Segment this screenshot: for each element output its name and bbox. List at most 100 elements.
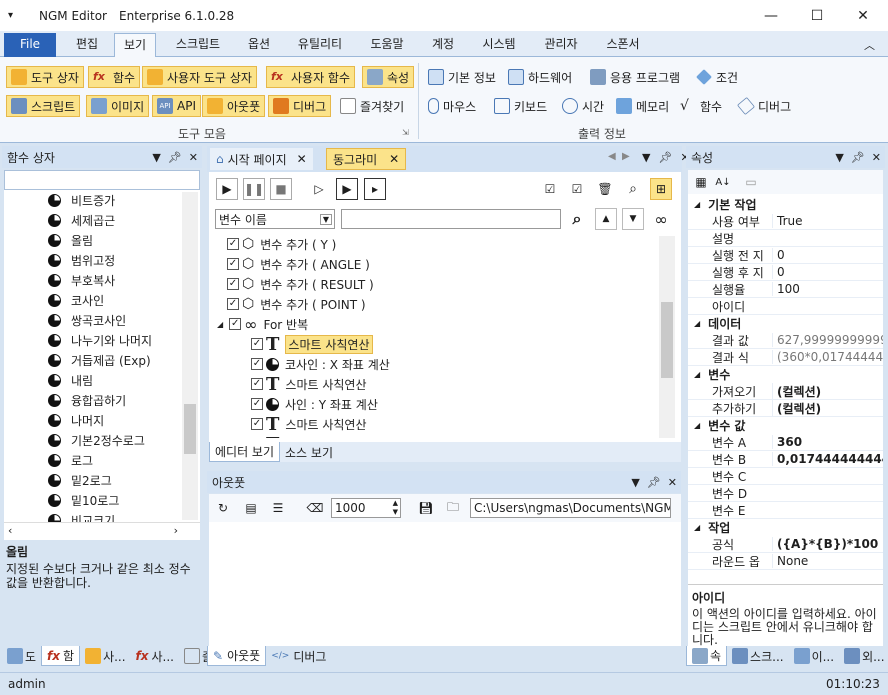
function-list-item[interactable]: 비트증가 <box>48 190 115 210</box>
tab-scroll-icons[interactable]: ◀ ▶ <box>608 151 630 162</box>
property-category[interactable]: ◢ 변수 값 <box>688 417 883 434</box>
basic-info-button[interactable]: 기본 정보 <box>424 66 500 88</box>
checkbox[interactable]: ✓ <box>227 258 239 270</box>
action-row[interactable]: ✓T스마트 사칙연산 <box>251 434 367 439</box>
property-category[interactable]: ◢ 기본 작업 <box>688 196 883 213</box>
image-button[interactable]: 이미지 <box>86 95 150 117</box>
line-count-stepper[interactable]: 1000 ▲ ▼ <box>331 498 401 518</box>
dropdown-icon[interactable]: ▼ <box>152 151 160 164</box>
dropdown-icon[interactable]: ▼ <box>835 151 843 164</box>
save-icon[interactable]: 💾︎ <box>415 497 437 519</box>
pause-icon[interactable]: ❚❚ <box>243 178 265 200</box>
property-row[interactable]: 결과 식(360*0,0174444444444 <box>688 349 883 366</box>
step-run-icon[interactable]: ▷ <box>308 178 330 200</box>
tab-system[interactable]: 시스템 <box>472 33 526 57</box>
property-category[interactable]: ◢ 작업 <box>688 519 883 536</box>
tab-view[interactable]: 보기 <box>114 33 156 58</box>
tab-options[interactable]: 옵션 <box>238 33 280 57</box>
function-search-input[interactable] <box>4 170 200 190</box>
checkbox[interactable]: ✓ <box>227 238 239 250</box>
collapse-icon[interactable]: ◢ <box>694 319 700 328</box>
tab-user-toolbox[interactable]: 사... <box>80 646 130 666</box>
memory-button[interactable]: 메모리 <box>612 95 673 117</box>
output-log[interactable] <box>209 522 681 646</box>
close-button[interactable]: ✕ <box>840 0 886 31</box>
tab-file[interactable]: File <box>4 33 56 57</box>
property-row[interactable]: 변수 A 360 <box>688 434 883 451</box>
user-function-button[interactable]: fx 사용자 함수 <box>266 66 356 88</box>
pin-icon[interactable]: 📌︎ <box>168 151 182 164</box>
property-row[interactable]: 변수 D <box>688 485 883 502</box>
pin-icon[interactable]: 📌︎ <box>658 151 672 164</box>
property-row[interactable]: 라운드 옵 None <box>688 553 883 570</box>
function-list-item[interactable]: 거듭제곱 (Exp) <box>48 350 151 370</box>
action-row[interactable]: ✓ ⬡ 변수 추가 ( POINT ) <box>227 294 366 314</box>
next-result-icon[interactable]: ▼ <box>622 208 644 230</box>
search-field-combo[interactable]: 변수 이름 ▼ <box>215 209 335 229</box>
mouse-button[interactable]: 마우스 <box>424 95 480 117</box>
run-icon[interactable]: ▶ <box>216 178 238 200</box>
function-list-item[interactable]: 밑10로그 <box>48 490 119 510</box>
property-row[interactable]: 실행 전 지0 <box>688 247 883 264</box>
action-row[interactable]: ✓ ⬡ 변수 추가 ( RESULT ) <box>227 274 374 294</box>
script-button[interactable]: 스크립트 <box>6 95 81 117</box>
checkbox[interactable]: ✓ <box>229 318 242 330</box>
function-list-item[interactable]: 기본2정수로그 <box>48 430 145 450</box>
debug-button[interactable]: 디버그 <box>268 95 332 117</box>
condition-button[interactable]: 조건 <box>692 66 742 88</box>
function-list-item[interactable]: 세제곱근 <box>48 210 115 230</box>
hardware-button[interactable]: 하드웨어 <box>504 66 576 88</box>
property-row[interactable]: 설명 <box>688 230 883 247</box>
action-row[interactable]: ✓ ⬡ 변수 추가 ( ANGLE ) <box>227 254 370 274</box>
pin-icon[interactable]: 📌︎ <box>647 476 661 489</box>
action-row[interactable]: ✓T스마트 사칙연산 <box>251 374 367 395</box>
maximize-button[interactable]: ☐ <box>794 0 840 31</box>
collapse-icon[interactable]: ◢ <box>694 523 700 532</box>
check-all-icon[interactable]: ☑ <box>539 178 561 200</box>
output-button[interactable]: 아웃풋 <box>202 95 266 117</box>
action-row[interactable]: ◢ ✓ ∞ For 반복 <box>217 314 308 334</box>
action-row[interactable]: ✓T스마트 사칙연산 <box>251 414 367 435</box>
tab-start-page[interactable]: ⌂ 시작 페이지 ✕ <box>210 148 313 170</box>
tab-account[interactable]: 계정 <box>422 33 464 57</box>
dropdown-icon[interactable]: ▼ <box>642 151 650 164</box>
function-list-item[interactable]: 나누기와 나머지 <box>48 330 152 350</box>
search-icon[interactable]: ⌕ <box>622 178 644 200</box>
checkbox[interactable]: ✓ <box>227 278 239 290</box>
tab-toolbox[interactable]: 도 <box>2 646 41 666</box>
tab-function[interactable]: fx 함 <box>41 646 81 666</box>
new-file-icon[interactable]: ▤ <box>240 497 262 519</box>
property-row[interactable]: 공식 ({A}*{B})*100 <box>688 536 883 553</box>
check-icon[interactable]: ☑ <box>566 178 588 200</box>
user-toolbox-button[interactable]: 사용자 도구 상자 <box>142 66 257 88</box>
toolbox-button[interactable]: 도구 상자 <box>6 66 84 88</box>
collapse-icon[interactable]: ◢ <box>694 370 700 379</box>
tab-debug[interactable]: </> 디버그 <box>266 646 331 666</box>
tab-user-function[interactable]: fx 사... <box>131 646 179 666</box>
tab-circle[interactable]: 동그라미 ✕ <box>326 148 407 170</box>
function-list-item[interactable]: 융합곱하기 <box>48 390 126 410</box>
close-tab-icon[interactable]: ✕ <box>297 152 307 166</box>
checkbox[interactable]: ✓ <box>251 338 263 350</box>
tab-script[interactable]: 스크... <box>727 646 789 666</box>
property-pages-icon[interactable]: ▭ <box>740 171 762 193</box>
tab-admin[interactable]: 관리자 <box>534 33 588 57</box>
function-list-scrollbar[interactable] <box>182 192 198 520</box>
property-category[interactable]: ◢ 변수 <box>688 366 883 383</box>
property-row[interactable]: 변수 B0,0174444444444444 <box>688 451 883 468</box>
tree-view-icon[interactable]: ⊞ <box>650 178 672 200</box>
close-panel-icon[interactable]: ✕ <box>189 151 198 164</box>
properties-button[interactable]: 속성 <box>362 66 415 88</box>
tab-editor-view[interactable]: 에디터 보기 <box>209 442 281 462</box>
collapse-ribbon-icon[interactable]: ︿ <box>864 37 875 53</box>
debug-info-button[interactable]: 디버그 <box>734 95 795 117</box>
time-button[interactable]: 시간 <box>558 95 608 117</box>
pin-icon[interactable]: 📌︎ <box>851 151 865 164</box>
function-list-item[interactable]: 범위고정 <box>48 250 115 270</box>
folder-icon[interactable]: 🗀 <box>442 497 464 519</box>
run-from-icon[interactable]: ▸ <box>364 178 386 200</box>
close-panel-icon[interactable]: ✕ <box>668 476 677 489</box>
close-panel-icon[interactable]: ✕ <box>872 151 881 164</box>
checkbox[interactable]: ✓ <box>227 298 239 310</box>
tab-image[interactable]: 이... <box>789 646 839 666</box>
